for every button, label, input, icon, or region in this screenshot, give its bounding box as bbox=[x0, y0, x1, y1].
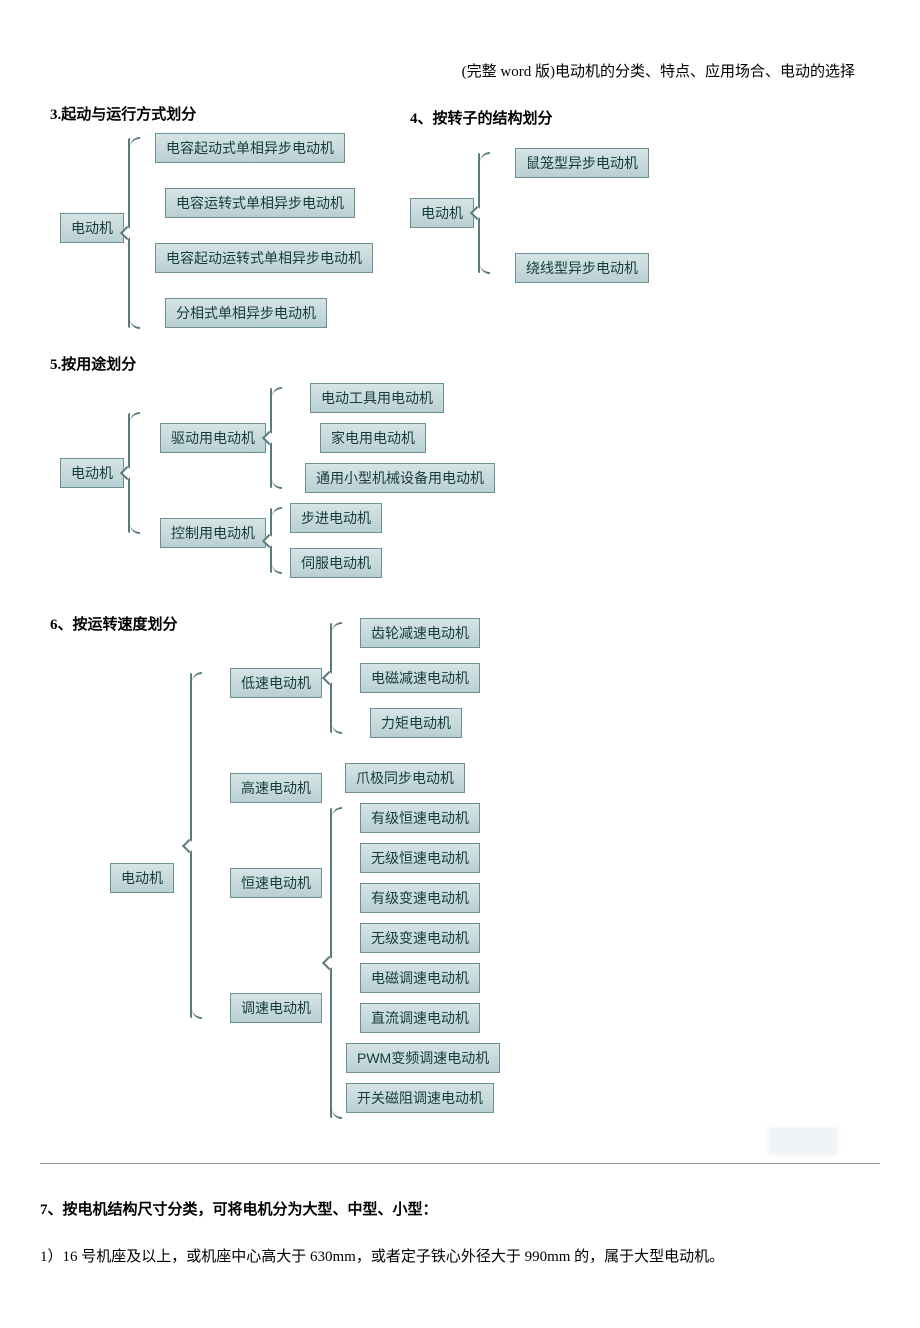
sec5-drive: 家电用电动机 bbox=[320, 423, 426, 453]
sec6-leaf: 齿轮减速电动机 bbox=[360, 618, 480, 648]
sec6-leaf: 电磁减速电动机 bbox=[360, 663, 480, 693]
sec3-item: 电容运转式单相异步电动机 bbox=[165, 188, 355, 218]
sec4-title: 4、按转子的结构划分 bbox=[410, 107, 553, 128]
page-header: (完整 word 版)电动机的分类、特点、应用场合、电动的选择 bbox=[40, 60, 880, 81]
sec5-drive: 电动工具用电动机 bbox=[310, 383, 444, 413]
sec6-title: 6、按运转速度划分 bbox=[50, 613, 178, 634]
sec5-mid: 控制用电动机 bbox=[160, 518, 266, 548]
sec6-mid: 高速电动机 bbox=[230, 773, 322, 803]
sec6-leaf: PWM变频调速电动机 bbox=[346, 1043, 500, 1073]
sec5-title: 5.按用途划分 bbox=[50, 353, 136, 374]
sec3-root: 电动机 bbox=[60, 213, 124, 243]
sec7-title: 7、按电机结构尺寸分类，可将电机分为大型、中型、小型： bbox=[40, 1194, 880, 1227]
sec5-drive: 通用小型机械设备用电动机 bbox=[305, 463, 495, 493]
sec6-leaf: 无级变速电动机 bbox=[360, 923, 480, 953]
sec6-leaf: 有级恒速电动机 bbox=[360, 803, 480, 833]
sec5-mid: 驱动用电动机 bbox=[160, 423, 266, 453]
sec3-item: 电容起动运转式单相异步电动机 bbox=[155, 243, 373, 273]
sec4-item: 绕线型异步电动机 bbox=[515, 253, 649, 283]
sec3-item: 电容起动式单相异步电动机 bbox=[155, 133, 345, 163]
sec6-leaf: 电磁调速电动机 bbox=[360, 963, 480, 993]
sec6-root: 电动机 bbox=[110, 863, 174, 893]
sec4-item: 鼠笼型异步电动机 bbox=[515, 148, 649, 178]
sec5-ctrl: 伺服电动机 bbox=[290, 548, 382, 578]
sec6-leaf: 爪极同步电动机 bbox=[345, 763, 465, 793]
sec6-mid: 低速电动机 bbox=[230, 668, 322, 698]
sec6-leaf: 开关磁阻调速电动机 bbox=[346, 1083, 494, 1113]
sec6-mid: 调速电动机 bbox=[230, 993, 322, 1023]
divider bbox=[40, 1163, 880, 1164]
sec6-leaf: 力矩电动机 bbox=[370, 708, 462, 738]
sec6-leaf: 无级恒速电动机 bbox=[360, 843, 480, 873]
sec3-item: 分相式单相异步电动机 bbox=[165, 298, 327, 328]
sec6-leaf: 直流调速电动机 bbox=[360, 1003, 480, 1033]
smudge-mark bbox=[768, 1127, 838, 1155]
sec5-root: 电动机 bbox=[60, 458, 124, 488]
sec4-root: 电动机 bbox=[410, 198, 474, 228]
sec5-ctrl: 步进电动机 bbox=[290, 503, 382, 533]
sec6-leaf: 有级变速电动机 bbox=[360, 883, 480, 913]
sec7-line1: 1）16 号机座及以上，或机座中心高大于 630mm，或者定子铁心外径大于 99… bbox=[40, 1241, 880, 1274]
sec6-mid: 恒速电动机 bbox=[230, 868, 322, 898]
sec3-title: 3.起动与运行方式划分 bbox=[50, 103, 196, 124]
